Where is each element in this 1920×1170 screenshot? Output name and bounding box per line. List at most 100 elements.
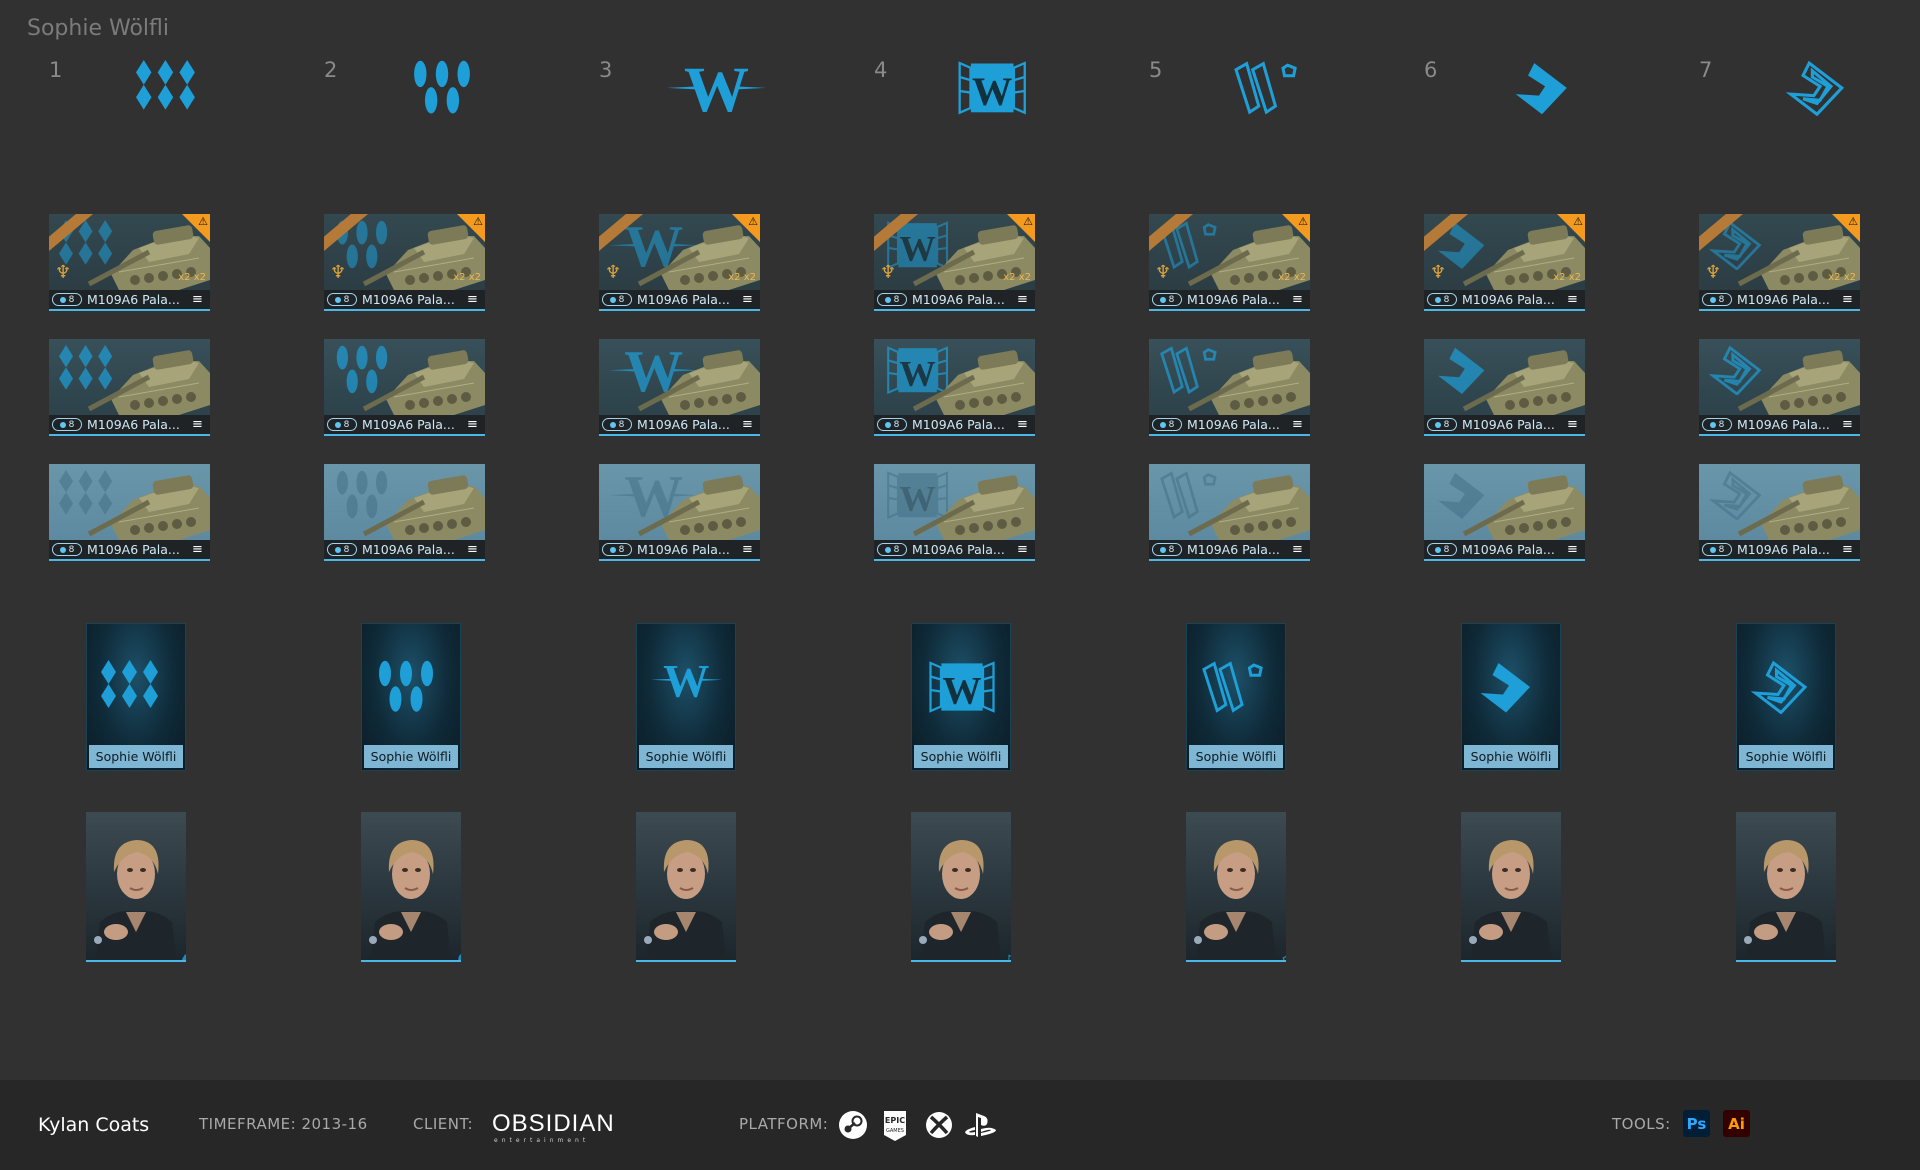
vehicle-card[interactable]: 8 M109A6 Pala... ≡ [1699, 339, 1860, 439]
menu-icon[interactable]: ≡ [1292, 293, 1304, 306]
tier-badge: 8 [877, 293, 907, 306]
menu-icon[interactable]: ≡ [192, 293, 204, 306]
vehicle-card[interactable]: ⚠ ♆ x2 x2 8 M109A6 Pala... ≡ [1699, 214, 1860, 314]
commander-portrait[interactable]: W [636, 812, 736, 962]
vehicle-name: M109A6 Pala... [637, 292, 730, 307]
commander-emblem-card[interactable]: Sophie Wölfli [1461, 623, 1561, 771]
commander-emblem-card[interactable]: W Sophie Wölfli [636, 623, 736, 771]
menu-icon[interactable]: ≡ [1292, 418, 1304, 431]
commander-name: Sophie Wölfli [1189, 745, 1283, 768]
vehicle-card[interactable]: ⚠ ♆ x2 x2 8 M109A6 Pala... ≡ [49, 214, 210, 314]
vehicle-art: ⚠ ♆ x2 x2 [1424, 214, 1585, 290]
commander-portrait[interactable] [361, 812, 461, 962]
tier-badge: 8 [877, 418, 907, 431]
vehicle-card[interactable]: 8 M109A6 Pala... ≡ [1149, 339, 1310, 439]
vehicle-bar: 8 M109A6 Pala... ≡ [1149, 415, 1310, 436]
menu-icon[interactable]: ≡ [192, 418, 204, 431]
variation-number: 3 [599, 58, 613, 82]
vehicle-art [324, 339, 485, 415]
vehicle-card[interactable]: 8 M109A6 Pala... ≡ [1424, 464, 1585, 564]
menu-icon[interactable]: ≡ [1842, 418, 1854, 431]
emblem-column-6: 6 ⚠ ♆ x2 x2 8 M109A6 Pala... ≡ 8 M109A6 … [1402, 0, 1677, 1080]
menu-icon[interactable]: ≡ [467, 293, 479, 306]
vehicle-card[interactable]: W 8 M109A6 Pala... ≡ [874, 464, 1035, 564]
commander-emblem-card[interactable]: W Sophie Wölfli [911, 623, 1011, 771]
multiplier-badge: x2 x2 [1553, 272, 1581, 283]
tier-number: 8 [343, 294, 350, 305]
menu-icon[interactable]: ≡ [1017, 418, 1029, 431]
commander-name: Sophie Wölfli [1739, 745, 1833, 768]
vehicle-card[interactable]: W 8 M109A6 Pala... ≡ [599, 464, 760, 564]
tier-badge: 8 [1702, 543, 1732, 556]
commander-emblem-card[interactable]: Sophie Wölfli [361, 623, 461, 771]
variation-number: 6 [1424, 58, 1438, 82]
commander-emblem-card[interactable]: Sophie Wölfli [1736, 623, 1836, 771]
vehicle-card[interactable]: ⚠ ♆ x2 x2 8 M109A6 Pala... ≡ [324, 214, 485, 314]
menu-icon[interactable]: ≡ [192, 543, 204, 556]
vehicle-card[interactable]: W 8 M109A6 Pala... ≡ [874, 339, 1035, 439]
vehicle-card[interactable]: 8 M109A6 Pala... ≡ [1149, 464, 1310, 564]
vehicle-art: ⚠ ♆ x2 x2 [324, 214, 485, 290]
tier-number: 8 [68, 419, 75, 430]
commander-portrait[interactable] [1461, 812, 1561, 962]
vehicle-art: W ⚠ ♆ x2 x2 [874, 214, 1035, 290]
vehicle-card[interactable]: ⚠ ♆ x2 x2 8 M109A6 Pala... ≡ [1149, 214, 1310, 314]
tier-number: 8 [1168, 419, 1175, 430]
menu-icon[interactable]: ≡ [467, 418, 479, 431]
vehicle-bar: 8 M109A6 Pala... ≡ [874, 290, 1035, 311]
commander-portrait[interactable] [86, 812, 186, 962]
tier-badge: 8 [52, 418, 82, 431]
vehicle-card[interactable]: 8 M109A6 Pala... ≡ [49, 464, 210, 564]
vehicle-bar: 8 M109A6 Pala... ≡ [324, 540, 485, 561]
tier-number: 8 [68, 544, 75, 555]
commander-name: Sophie Wölfli [914, 745, 1008, 768]
tier-badge: 8 [877, 543, 907, 556]
vehicle-card[interactable]: 8 M109A6 Pala... ≡ [1699, 464, 1860, 564]
menu-icon[interactable]: ≡ [742, 418, 754, 431]
commander-portrait[interactable] [1186, 812, 1286, 962]
vehicle-card[interactable]: 8 M109A6 Pala... ≡ [49, 339, 210, 439]
menu-icon[interactable]: ≡ [1567, 418, 1579, 431]
vehicle-art [1424, 339, 1585, 415]
vehicle-bar: 8 M109A6 Pala... ≡ [324, 415, 485, 436]
vehicle-card[interactable]: 8 M109A6 Pala... ≡ [324, 464, 485, 564]
tier-badge: 8 [1152, 543, 1182, 556]
menu-icon[interactable]: ≡ [742, 293, 754, 306]
vehicle-art: W [874, 464, 1035, 540]
commander-emblem-card[interactable]: Sophie Wölfli [86, 623, 186, 771]
vehicle-name: M109A6 Pala... [87, 542, 180, 557]
playstation-icon [963, 1110, 999, 1140]
menu-icon[interactable]: ≡ [1567, 293, 1579, 306]
menu-icon[interactable]: ≡ [1017, 293, 1029, 306]
vehicle-bar: 8 M109A6 Pala... ≡ [1424, 290, 1585, 311]
rank-insignia-icon: ♆ [1430, 262, 1447, 283]
commander-emblem-card[interactable]: Sophie Wölfli [1186, 623, 1286, 771]
vehicle-art: ⚠ ♆ x2 x2 [1149, 214, 1310, 290]
vehicle-card[interactable]: W ⚠ ♆ x2 x2 8 M109A6 Pala... ≡ [599, 214, 760, 314]
tier-badge: 8 [327, 418, 357, 431]
menu-icon[interactable]: ≡ [1842, 543, 1854, 556]
vehicle-card[interactable]: W 8 M109A6 Pala... ≡ [599, 339, 760, 439]
vehicle-art [1699, 339, 1860, 415]
menu-icon[interactable]: ≡ [1017, 543, 1029, 556]
vehicle-card[interactable]: ⚠ ♆ x2 x2 8 M109A6 Pala... ≡ [1424, 214, 1585, 314]
vehicle-card[interactable]: 8 M109A6 Pala... ≡ [1424, 339, 1585, 439]
menu-icon[interactable]: ≡ [1567, 543, 1579, 556]
vehicle-art: W [599, 464, 760, 540]
commander-portrait[interactable]: W [911, 812, 1011, 962]
menu-icon[interactable]: ≡ [1842, 293, 1854, 306]
menu-icon[interactable]: ≡ [467, 543, 479, 556]
vehicle-card[interactable]: W ⚠ ♆ x2 x2 8 M109A6 Pala... ≡ [874, 214, 1035, 314]
client-logo: OBSIDIAN [492, 1110, 615, 1137]
xbox-icon [924, 1110, 954, 1140]
menu-icon[interactable]: ≡ [1292, 543, 1304, 556]
vehicle-art: W ⚠ ♆ x2 x2 [599, 214, 760, 290]
tier-badge: 8 [602, 293, 632, 306]
warning-glyph: ⚠ [748, 215, 758, 228]
svg-text:EPIC: EPIC [885, 1116, 905, 1125]
commander-portrait[interactable] [1736, 812, 1836, 962]
menu-icon[interactable]: ≡ [742, 543, 754, 556]
tier-badge: 8 [1427, 418, 1457, 431]
tier-number: 8 [343, 544, 350, 555]
vehicle-card[interactable]: 8 M109A6 Pala... ≡ [324, 339, 485, 439]
